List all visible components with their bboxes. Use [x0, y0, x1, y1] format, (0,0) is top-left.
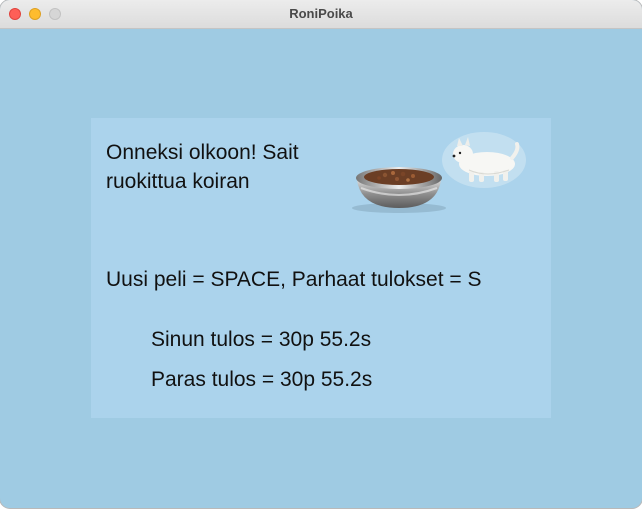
- controls-instructions: Uusi peli = SPACE, Parhaat tulokset = S: [106, 268, 482, 291]
- best-score: Paras tulos = 30p 55.2s: [151, 368, 373, 391]
- title-bar[interactable]: RoniPoika: [0, 0, 642, 29]
- success-message: Onneksi olkoon! Sait ruokittua koiran: [106, 141, 299, 193]
- game-over-panel: Onneksi olkoon! Sait ruokittua koiran Uu…: [91, 118, 551, 418]
- dog-food-bowl-image: [352, 167, 446, 213]
- app-window: RoniPoika Onneksi olkoon! Sait ruokittua…: [0, 0, 642, 508]
- your-score: Sinun tulos = 30p 55.2s: [151, 328, 372, 351]
- window-title: RoniPoika: [289, 6, 353, 21]
- white-dog-image: [442, 132, 526, 188]
